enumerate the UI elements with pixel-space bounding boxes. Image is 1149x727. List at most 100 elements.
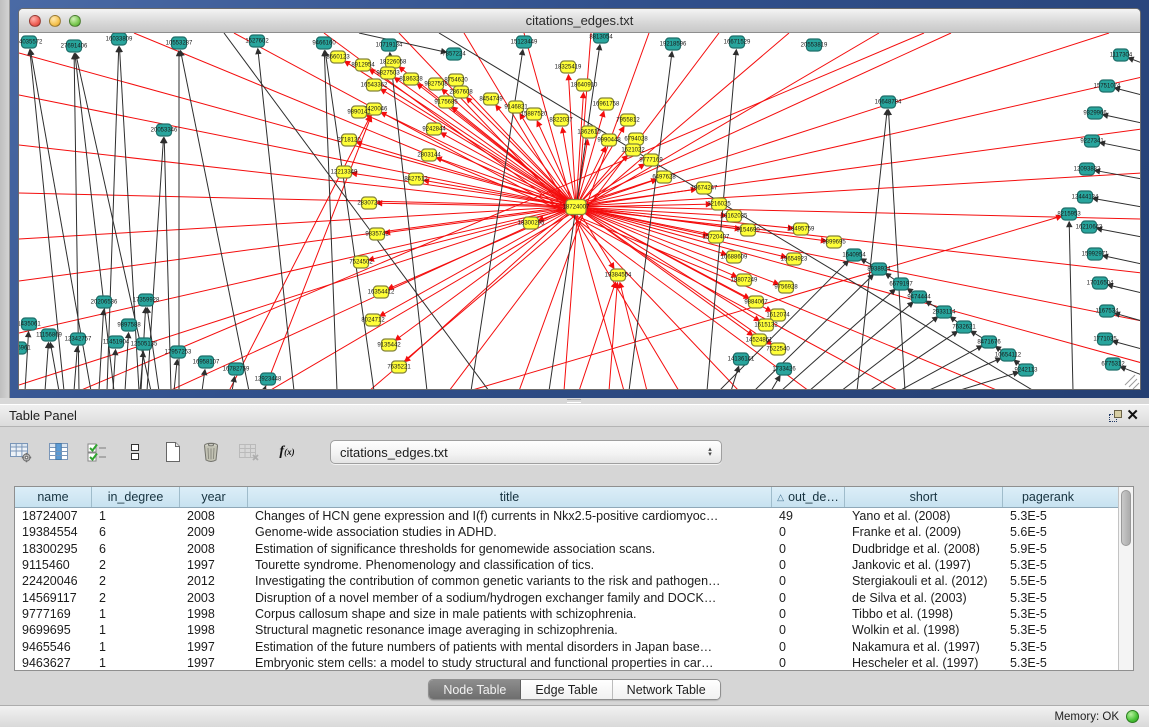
table-row[interactable]: 2242004622012Investigating the contribut… [15,573,1118,589]
graph-node[interactable]: 7522540 [766,343,790,355]
float-panel-icon[interactable] [1104,407,1126,425]
graph-node[interactable]: 6794028 [624,133,648,145]
graph-node[interactable]: 1621022 [621,144,645,156]
graph-node[interactable]: 7857224 [442,48,466,60]
graph-node[interactable]: 2718120 [337,134,361,146]
graph-node[interactable]: 8427512 [404,173,428,185]
graph-node[interactable]: 9242113 [1015,364,1039,376]
graph-node[interactable]: 15751074 [1094,80,1121,92]
graph-node[interactable]: 1733426 [772,363,796,375]
graph-node[interactable]: 24035572 [19,36,43,48]
graph-node[interactable]: 3216025 [707,198,731,210]
column-header-out_de[interactable]: △out_de… [772,487,845,507]
new-table-icon[interactable] [160,439,186,465]
graph-node[interactable]: 19654923 [781,253,808,265]
graph-node[interactable]: 16648784 [875,96,902,108]
row-height-icon[interactable] [122,439,148,465]
graph-node[interactable]: 16671529 [724,36,751,48]
graph-node[interactable]: 15992971 [1082,248,1109,260]
graph-node[interactable]: 8912954 [351,59,375,71]
graph-node[interactable]: 16162025 [721,210,748,222]
graph-node[interactable]: 15720407 [703,231,730,243]
graph-node[interactable]: 16958107 [193,356,220,368]
tab-network-table[interactable]: Network Table [613,680,720,699]
graph-node[interactable]: 7524502 [349,256,373,268]
graph-node[interactable]: 9329966 [1083,107,1107,119]
graph-node[interactable]: 9897588 [117,319,141,331]
column-header-title[interactable]: title [248,487,772,507]
graph-node[interactable]: 9990448 [597,134,621,146]
graph-node[interactable]: 7632621 [952,321,976,333]
delete-rows-icon[interactable] [198,439,224,465]
graph-node[interactable]: 9135442 [377,339,401,351]
table-row[interactable]: 1938455462009Genome-wide association stu… [15,524,1118,540]
column-header-pagerank[interactable]: pagerank [1003,487,1093,507]
graph-node[interactable]: 18724007 [563,200,590,215]
graph-node[interactable]: 2867608 [449,86,473,98]
graph-node[interactable]: 11451904 [103,336,130,348]
graph-node[interactable]: 19218596 [660,38,687,50]
graph-node[interactable]: 9474444 [907,291,931,303]
table-row[interactable]: 977716911998Corpus callosum shape and si… [15,606,1118,622]
delete-table-icon[interactable] [236,439,262,465]
graph-node[interactable]: 8215953 [1057,208,1081,220]
graph-node[interactable]: 9466160 [312,37,336,49]
graph-node[interactable]: 1527602 [245,35,269,47]
graph-node[interactable]: 17359928 [133,294,160,306]
graph-node[interactable]: 16961758 [593,98,620,110]
canvas-resize-grip[interactable] [1125,375,1139,389]
scrollbar-thumb[interactable] [1121,490,1131,546]
graph-node[interactable]: 1117304 [1110,49,1133,61]
graph-node[interactable]: 6775312 [1101,358,1125,370]
graph-node[interactable]: 1771035 [1093,333,1117,345]
tab-edge-table[interactable]: Edge Table [521,680,612,699]
graph-node[interactable]: 18640910 [571,79,598,91]
graph-node[interactable]: 9899695 [822,236,846,248]
graph-node[interactable]: 9154690 [736,224,760,236]
graph-node[interactable]: 12213349 [331,166,358,178]
network-canvas[interactable]: 18724007 24035572 27691406 16033809 10553287… [19,33,1140,389]
table-settings-icon[interactable] [8,439,34,465]
window-titlebar[interactable]: citations_edges.txt [19,9,1140,33]
graph-node[interactable]: 27691406 [61,40,88,52]
graph-node[interactable]: 9242844 [422,123,446,135]
column-header-short[interactable]: short [845,487,1003,507]
column-header-year[interactable]: year [180,487,248,507]
graph-nodes[interactable]: 18724007 24035572 27691406 16033809 10553287… [19,33,1133,385]
graph-node[interactable]: 15123449 [511,36,538,48]
column-header-in_degree[interactable]: in_degree [92,487,180,507]
graph-node[interactable]: 10674247 [691,182,718,194]
graph-node[interactable]: 8660123 [326,51,350,63]
graph-node[interactable]: 10553287 [166,37,193,49]
table-row[interactable]: 969969511998Structural magnetic resonanc… [15,622,1118,638]
function-builder-icon[interactable]: f(x) [274,439,300,465]
graph-node[interactable]: 20553819 [801,39,828,51]
graph-node[interactable]: 17957253 [165,346,192,358]
graph-node[interactable]: 9756928 [774,281,798,293]
select-all-rows-icon[interactable] [84,439,110,465]
graph-node[interactable]: 9827503 [376,67,400,79]
table-row[interactable]: 911546021997Tourette syndrome. Phenomeno… [15,557,1118,573]
column-header-name[interactable]: name [15,487,92,507]
graph-node[interactable]: 17016504 [1087,277,1114,289]
graph-node[interactable]: 19384554 [605,269,632,281]
graph-node[interactable]: 2830721 [357,197,381,209]
graph-node[interactable]: 14524861 [746,334,773,346]
graph-node[interactable]: 8813054 [589,33,613,43]
graph-node[interactable]: 7955812 [616,114,640,126]
show-columns-icon[interactable] [46,439,72,465]
graph-node[interactable]: 9835742 [365,228,389,240]
graph-node[interactable]: 12342757 [65,333,92,345]
close-panel-icon[interactable]: ✕ [1126,408,1139,423]
tab-node-table[interactable]: Node Table [429,680,521,699]
graph-node[interactable]: 16210643 [1076,221,1103,233]
graph-node[interactable]: 12923448 [255,373,282,385]
graph-node[interactable]: 8024712 [361,314,385,326]
table-row[interactable]: 946554611997Estimation of the future num… [15,638,1118,654]
table-row[interactable]: 946362711997Embryonic stem cells: a mode… [15,655,1118,670]
graph-node[interactable]: 16543362 [361,79,388,91]
graph-node[interactable]: 10719134 [376,39,403,51]
graph-node[interactable]: 14136141 [728,353,755,365]
graph-node[interactable]: 8454749 [479,93,503,105]
graph-node[interactable]: 16033809 [106,33,133,45]
